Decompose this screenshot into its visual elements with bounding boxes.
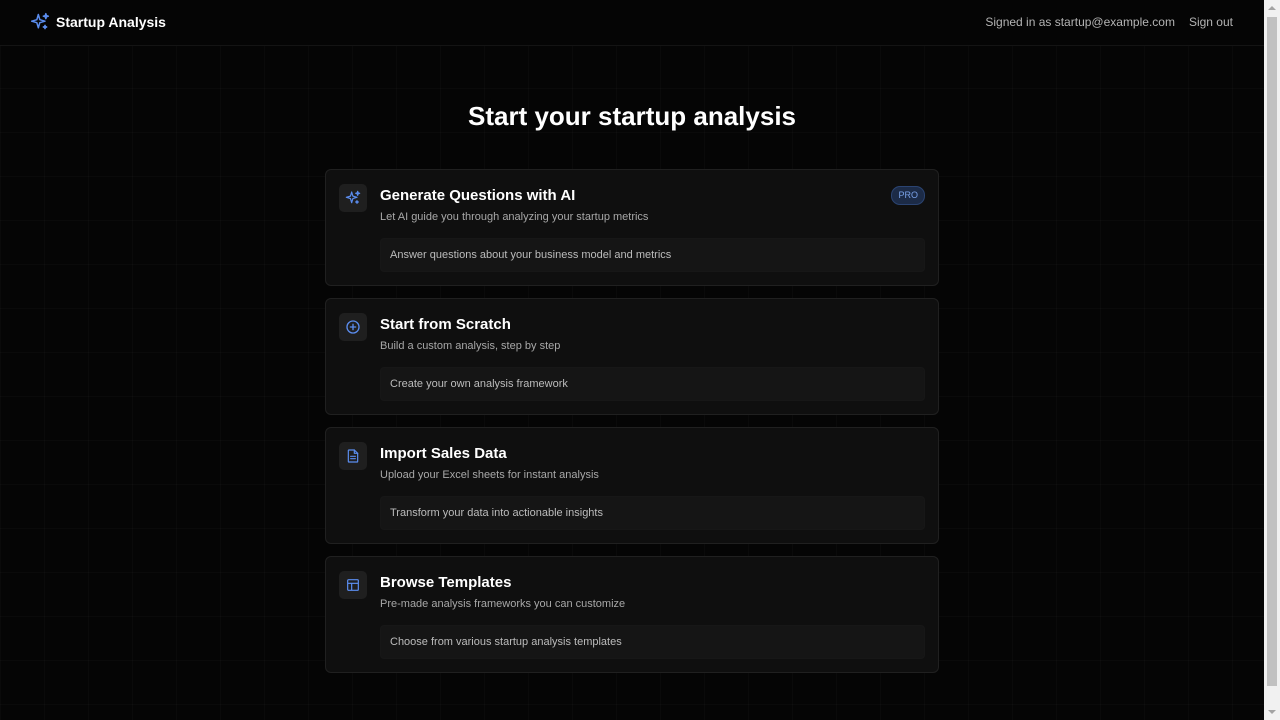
scrollbar-thumb[interactable] bbox=[1267, 17, 1277, 686]
card-icon-wrapper bbox=[339, 184, 367, 212]
top-header: Startup Analysis Signed in as startup@ex… bbox=[0, 0, 1264, 46]
card-start-from-scratch[interactable]: Start from Scratch Build a custom analys… bbox=[325, 298, 939, 415]
card-title: Import Sales Data bbox=[380, 445, 507, 462]
card-detail: Choose from various startup analysis tem… bbox=[380, 625, 925, 659]
card-import-sales-data[interactable]: Import Sales Data Upload your Excel shee… bbox=[325, 427, 939, 544]
vertical-scrollbar[interactable] bbox=[1264, 0, 1280, 720]
card-title: Generate Questions with AI bbox=[380, 187, 576, 204]
sparkles-logo-icon bbox=[30, 12, 50, 30]
card-icon-wrapper bbox=[339, 571, 367, 599]
brand[interactable]: Startup Analysis bbox=[30, 11, 166, 33]
layout-template-icon bbox=[347, 579, 359, 591]
document-icon bbox=[347, 449, 359, 463]
brand-title: Startup Analysis bbox=[56, 14, 166, 30]
account-area: Signed in as startup@example.com Sign ou… bbox=[985, 15, 1233, 29]
card-generate-questions-ai[interactable]: Generate Questions with AI Let AI guide … bbox=[325, 169, 939, 286]
signed-in-text: Signed in as startup@example.com bbox=[985, 15, 1175, 29]
scroll-up-arrow-icon[interactable] bbox=[1264, 0, 1280, 16]
card-subtitle: Build a custom analysis, step by step bbox=[380, 340, 561, 352]
sign-out-button[interactable]: Sign out bbox=[1189, 15, 1233, 29]
card-icon-wrapper bbox=[339, 313, 367, 341]
card-subtitle: Let AI guide you through analyzing your … bbox=[380, 211, 649, 223]
card-browse-templates[interactable]: Browse Templates Pre-made analysis frame… bbox=[325, 556, 939, 673]
plus-circle-icon bbox=[346, 320, 360, 334]
card-detail: Answer questions about your business mod… bbox=[380, 238, 925, 272]
pro-badge: PRO bbox=[891, 186, 925, 205]
option-cards: Generate Questions with AI Let AI guide … bbox=[325, 169, 939, 685]
card-detail: Transform your data into actionable insi… bbox=[380, 496, 925, 530]
card-title: Browse Templates bbox=[380, 574, 512, 591]
scroll-down-arrow-icon[interactable] bbox=[1264, 704, 1280, 720]
page-title: Start your startup analysis bbox=[468, 101, 796, 131]
card-detail: Create your own analysis framework bbox=[380, 367, 925, 401]
app-viewport: Startup Analysis Signed in as startup@ex… bbox=[0, 0, 1264, 720]
card-icon-wrapper bbox=[339, 442, 367, 470]
sparkles-icon bbox=[345, 190, 361, 204]
card-title: Start from Scratch bbox=[380, 316, 511, 333]
card-subtitle: Upload your Excel sheets for instant ana… bbox=[380, 469, 599, 481]
card-subtitle: Pre-made analysis frameworks you can cus… bbox=[380, 598, 626, 610]
